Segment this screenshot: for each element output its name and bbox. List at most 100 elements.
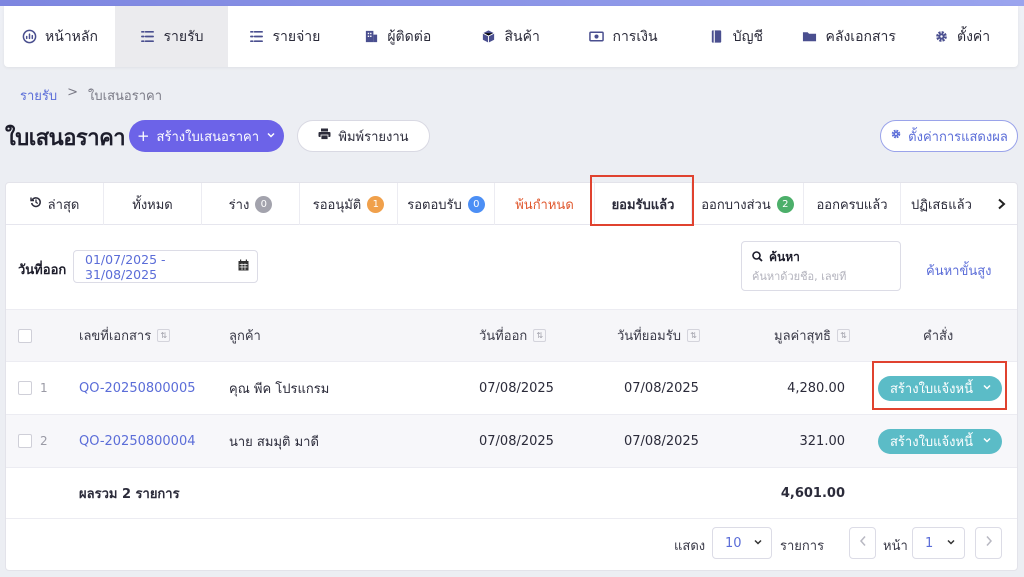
income-list-icon — [140, 29, 156, 45]
page-number-select[interactable]: 1 — [912, 527, 965, 559]
tab-label: ทั้งหมด — [132, 197, 173, 213]
nav-label: การเงิน — [612, 28, 658, 45]
breadcrumb-current: ใบเสนอราคา — [88, 89, 162, 104]
print-report-label: พิมพ์รายงาน — [338, 129, 409, 145]
page-label: หน้า — [883, 539, 908, 554]
nav-label: คลังเอกสาร — [825, 28, 896, 45]
column-action: คำสั่ง — [923, 329, 954, 344]
chevron-down-icon — [982, 434, 992, 449]
row-checkbox[interactable] — [18, 434, 32, 448]
tab-label: ร่าง — [228, 197, 250, 213]
tab-fully-issued[interactable]: ออกครบแล้ว — [804, 183, 901, 225]
next-page-button[interactable] — [975, 527, 1002, 559]
sort-icon[interactable]: ⇅ — [533, 329, 547, 342]
date-range-picker[interactable]: 01/07/2025 - 31/08/2025 — [73, 250, 258, 283]
quotation-panel: ล่าสุด ทั้งหมด ร่าง 0 รออนุมัติ 1 รอตอบร… — [5, 175, 1018, 571]
create-invoice-button[interactable]: สร้างใบแจ้งหนี้ — [878, 428, 1002, 454]
print-report-button[interactable]: พิมพ์รายงาน — [297, 120, 430, 152]
tab-partially-issued[interactable]: ออกบางส่วน 2 — [692, 183, 804, 225]
nav-label: รายจ่าย — [272, 28, 321, 45]
nav-label: รายรับ — [163, 28, 204, 45]
page-size-select[interactable]: 10 — [712, 527, 772, 559]
nav-item-contacts[interactable]: ผู้ติดต่อ — [341, 6, 454, 67]
dashboard-icon — [21, 29, 37, 45]
row-number: 2 — [40, 434, 48, 448]
sort-icon[interactable]: ⇅ — [157, 329, 171, 342]
chevron-down-icon — [266, 129, 276, 144]
tab-accepted[interactable]: ยอมรับแล้ว — [590, 175, 694, 226]
history-icon — [29, 196, 42, 212]
row-number: 1 — [40, 381, 48, 395]
tab-draft[interactable]: ร่าง 0 — [202, 183, 300, 225]
doc-number-link[interactable]: QO-20250800004 — [79, 434, 196, 449]
accept-date: 07/08/2025 — [624, 433, 699, 449]
search-icon — [752, 250, 763, 265]
tab-label: ยอมรับแล้ว — [611, 197, 675, 213]
issue-date: 07/08/2025 — [479, 433, 554, 449]
sort-icon[interactable]: ⇅ — [836, 329, 850, 342]
tab-awaiting-response[interactable]: รอตอบรับ 0 — [398, 183, 495, 225]
tab-overdue[interactable]: พ้นกำหนด — [495, 183, 595, 225]
chevron-down-icon — [753, 536, 763, 551]
page-size-value: 10 — [725, 535, 742, 551]
tab-pending-approval[interactable]: รออนุมัติ 1 — [300, 183, 398, 225]
row-checkbox[interactable] — [18, 381, 32, 395]
doc-number-link[interactable]: QO-20250800005 — [79, 381, 196, 396]
status-tabs: ล่าสุด ทั้งหมด ร่าง 0 รออนุมัติ 1 รอตอบร… — [6, 175, 1017, 226]
column-accept-date: วันที่ยอมรับ — [617, 329, 681, 344]
count-badge: 0 — [255, 195, 273, 213]
search-input[interactable] — [752, 270, 892, 283]
breadcrumb-separator: > — [67, 85, 79, 100]
chevron-right-icon — [985, 535, 993, 551]
printer-icon — [318, 128, 331, 144]
nav-item-settings[interactable]: ตั้งค่า — [905, 6, 1018, 67]
nav-item-expense[interactable]: รายจ่าย — [228, 6, 341, 67]
items-label: รายการ — [780, 539, 825, 554]
display-settings-button[interactable]: ตั้งค่าการแสดงผล — [880, 120, 1018, 152]
customer-name: นาย สมมุติ มาดี — [229, 434, 319, 450]
gear-icon — [890, 128, 902, 144]
prev-page-button[interactable] — [849, 527, 876, 559]
nav-item-income[interactable]: รายรับ — [115, 6, 228, 67]
show-label: แสดง — [674, 539, 706, 554]
create-quotation-label: สร้างใบเสนอราคา — [156, 129, 260, 145]
page-number-value: 1 — [925, 535, 934, 551]
search-box: ค้นหา — [741, 241, 901, 291]
expense-list-icon — [249, 29, 265, 45]
advanced-search-link[interactable]: ค้นหาขั้นสูง — [926, 260, 992, 281]
nav-label: สินค้า — [504, 28, 540, 45]
select-all-checkbox[interactable] — [18, 328, 32, 343]
tab-label: ล่าสุด — [47, 197, 80, 213]
calendar-icon — [238, 259, 249, 274]
breadcrumb: รายรับ > ใบเสนอราคา — [20, 85, 162, 106]
tab-label: พ้นกำหนด — [515, 197, 574, 213]
create-quotation-button[interactable]: + สร้างใบเสนอราคา — [129, 120, 284, 152]
column-doc-number: เลขที่เอกสาร — [79, 329, 152, 344]
money-icon — [588, 29, 604, 45]
tab-label: ออกบางส่วน — [701, 197, 771, 213]
create-invoice-label: สร้างใบแจ้งหนี้ — [890, 434, 973, 450]
main-navbar: หน้าหลัก รายรับ รายจ่าย ผู้ติดต่อ สินค้า… — [4, 6, 1018, 67]
folder-icon — [802, 29, 818, 45]
customer-name: คุณ พีค โปรแกรม — [229, 381, 330, 397]
nav-item-documents[interactable]: คลังเอกสาร — [792, 6, 905, 67]
breadcrumb-income-link[interactable]: รายรับ — [20, 85, 57, 106]
nav-item-accounting[interactable]: บัญชี — [679, 6, 792, 67]
tab-rejected[interactable]: ปฏิเสธแล้ว — [901, 183, 985, 225]
nav-item-products[interactable]: สินค้า — [454, 6, 567, 67]
nav-item-finance[interactable]: การเงิน — [567, 6, 680, 67]
nav-label: ตั้งค่า — [957, 28, 991, 45]
net-amount: 321.00 — [799, 433, 846, 449]
tab-label: รอตอบรับ — [407, 197, 462, 213]
count-badge: 1 — [367, 195, 385, 213]
contacts-building-icon — [363, 29, 379, 45]
page-title: ใบเสนอราคา — [5, 126, 126, 151]
table-summary-row: ผลรวม 2 รายการ 4,601.00 — [6, 467, 1017, 519]
tabs-scroll-right-button[interactable] — [985, 183, 1017, 225]
tab-all[interactable]: ทั้งหมด — [104, 183, 202, 225]
sort-icon[interactable]: ⇅ — [686, 329, 700, 342]
chevron-left-icon — [859, 535, 867, 551]
nav-item-dashboard[interactable]: หน้าหลัก — [4, 6, 115, 67]
nav-label: หน้าหลัก — [45, 28, 98, 45]
tab-latest[interactable]: ล่าสุด — [6, 183, 104, 225]
